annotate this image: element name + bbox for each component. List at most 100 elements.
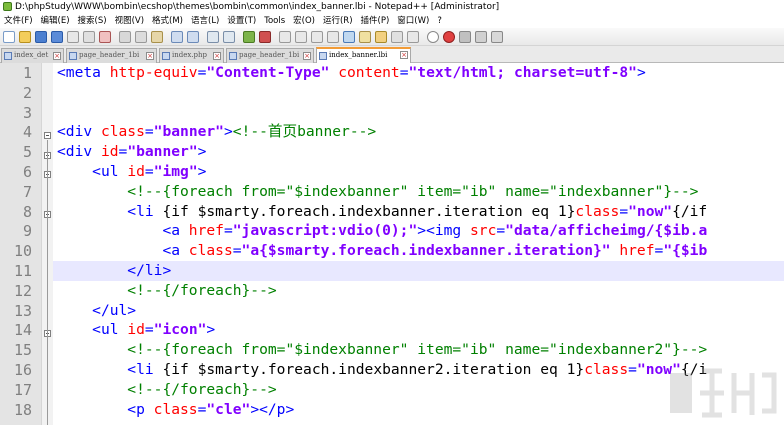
fold-marker-icon[interactable] <box>44 132 51 139</box>
code-text: </ul> <box>57 301 136 321</box>
show-all-chars-icon[interactable] <box>311 31 323 43</box>
menu-item[interactable]: Tools <box>260 14 289 28</box>
close-tab-icon[interactable]: × <box>400 51 408 59</box>
menu-item[interactable]: 窗口(W) <box>393 14 433 28</box>
code-token: <!--{/foreach}--> <box>127 281 277 299</box>
code-token: "banner" <box>153 123 224 141</box>
menu-item[interactable]: 运行(R) <box>319 14 357 28</box>
menu-item[interactable]: 宏(O) <box>289 14 319 28</box>
tab-active[interactable]: index_banner.lbi × <box>316 47 411 64</box>
folder-workspace-icon[interactable] <box>391 31 403 43</box>
line-number-cell: 1 <box>0 63 41 83</box>
code-line[interactable]: <ul id="icon"> <box>0 320 784 340</box>
indent-guide-icon[interactable] <box>327 31 339 43</box>
code-text: <!--{/foreach}--> <box>57 380 276 400</box>
word-wrap-icon[interactable] <box>295 31 307 43</box>
code-text: <p class="cle"></p> <box>57 400 294 420</box>
close-tab-icon[interactable]: × <box>213 52 221 60</box>
function-list-icon[interactable] <box>375 31 387 43</box>
line-number-cell: 15 <box>0 340 41 360</box>
save-icon[interactable] <box>35 31 47 43</box>
tab-0[interactable]: index_det × <box>1 48 64 63</box>
code-token: ></p> <box>250 400 295 418</box>
run-macro-multiple-icon[interactable] <box>475 31 487 43</box>
undo-icon[interactable] <box>171 31 183 43</box>
toolbar <box>0 28 784 46</box>
close-tab-icon[interactable]: × <box>303 52 311 60</box>
line-number: 3 <box>22 103 32 122</box>
code-text: <!--{foreach from="$indexbanner" item="i… <box>57 182 698 202</box>
copy-icon[interactable] <box>135 31 147 43</box>
code-token: <img <box>426 222 470 240</box>
user-defined-lang-icon[interactable] <box>343 31 355 43</box>
new-file-icon[interactable] <box>3 31 15 43</box>
close-tab-icon[interactable]: × <box>53 52 61 60</box>
code-line[interactable]: <div class="banner"><!--首页banner--> <box>0 122 784 142</box>
menu-item[interactable]: 视图(V) <box>111 14 148 28</box>
paste-icon[interactable] <box>151 31 163 43</box>
code-token: {/if <box>672 202 708 220</box>
code-line[interactable] <box>0 83 784 103</box>
code-line[interactable] <box>0 103 784 123</box>
tab-3[interactable]: page_header_1bi × <box>226 48 314 63</box>
monitoring-icon[interactable] <box>407 31 419 43</box>
redo-icon[interactable] <box>187 31 199 43</box>
doc-map-icon[interactable] <box>359 31 371 43</box>
menu-item[interactable]: 格式(M) <box>148 14 187 28</box>
menu-item[interactable]: ? <box>433 14 446 28</box>
close-all-icon[interactable] <box>83 31 95 43</box>
line-number-cell: 12 <box>0 281 41 301</box>
code-token: "{$ib <box>663 242 708 260</box>
code-line[interactable]: <div id="banner"> <box>0 142 784 162</box>
menu-item[interactable]: 语言(L) <box>187 14 223 28</box>
code-line[interactable]: <a class="a{$smarty.foreach.indexbanner.… <box>0 241 784 261</box>
menu-item[interactable]: 设置(T) <box>223 14 260 28</box>
code-line[interactable]: <!--{foreach from="$indexbanner" item="i… <box>0 340 784 360</box>
stop-record-icon[interactable] <box>443 31 455 43</box>
record-macro-icon[interactable] <box>427 31 439 43</box>
sync-scroll-icon[interactable] <box>279 31 291 43</box>
code-line[interactable]: <!--{foreach from="$indexbanner" item="i… <box>0 182 784 202</box>
menu-item[interactable]: 搜索(S) <box>74 14 111 28</box>
code-token: <ul <box>92 163 128 180</box>
save-macro-icon[interactable] <box>491 31 503 43</box>
code-editor[interactable]: <meta http-equiv="Content-Type" content=… <box>0 63 784 425</box>
code-line[interactable]: <ul id="img"> <box>0 162 784 182</box>
code-token: class <box>584 361 629 378</box>
close-tab-icon[interactable]: × <box>146 52 154 60</box>
line-number-cell: 8 <box>0 202 41 222</box>
line-number: 15 <box>13 341 32 360</box>
code-line[interactable]: <a href="javascript:vdio(0);"><img src="… <box>0 221 784 241</box>
cut-icon[interactable] <box>119 31 131 43</box>
code-token: content <box>338 64 400 81</box>
open-file-icon[interactable] <box>19 31 31 43</box>
code-text: <a class="a{$smarty.foreach.indexbanner.… <box>57 241 707 261</box>
line-number-cell: 17 <box>0 380 41 400</box>
replace-icon[interactable] <box>223 31 235 43</box>
print-icon[interactable] <box>99 31 111 43</box>
zoom-in-icon[interactable] <box>243 31 255 43</box>
code-line[interactable]: <!--{/foreach}--> <box>0 281 784 301</box>
close-file-icon[interactable] <box>67 31 79 43</box>
code-line[interactable]: </li> <box>0 261 784 281</box>
line-number: 2 <box>22 83 32 102</box>
code-line[interactable]: </ul> <box>0 301 784 321</box>
zoom-out-icon[interactable] <box>259 31 271 43</box>
code-line[interactable]: <meta http-equiv="Content-Type" content=… <box>0 63 784 83</box>
line-number: 4 <box>22 123 32 142</box>
menu-item[interactable]: 插件(P) <box>357 14 394 28</box>
line-number-cell: 18 <box>0 400 41 420</box>
playback-icon[interactable] <box>459 31 471 43</box>
menu-item[interactable]: 文件(F) <box>0 14 37 28</box>
code-line[interactable]: <li {if $smarty.foreach.indexbanner.iter… <box>0 202 784 222</box>
tab-1[interactable]: page_header_1bi × <box>66 48 157 63</box>
line-number: 14 <box>13 321 32 340</box>
save-all-icon[interactable] <box>51 31 63 43</box>
find-icon[interactable] <box>207 31 219 43</box>
code-token: src <box>470 222 497 240</box>
tab-2[interactable]: index.php × <box>159 48 224 63</box>
menu-item[interactable]: 编辑(E) <box>37 14 74 28</box>
line-number-cell: 9 <box>0 221 41 241</box>
